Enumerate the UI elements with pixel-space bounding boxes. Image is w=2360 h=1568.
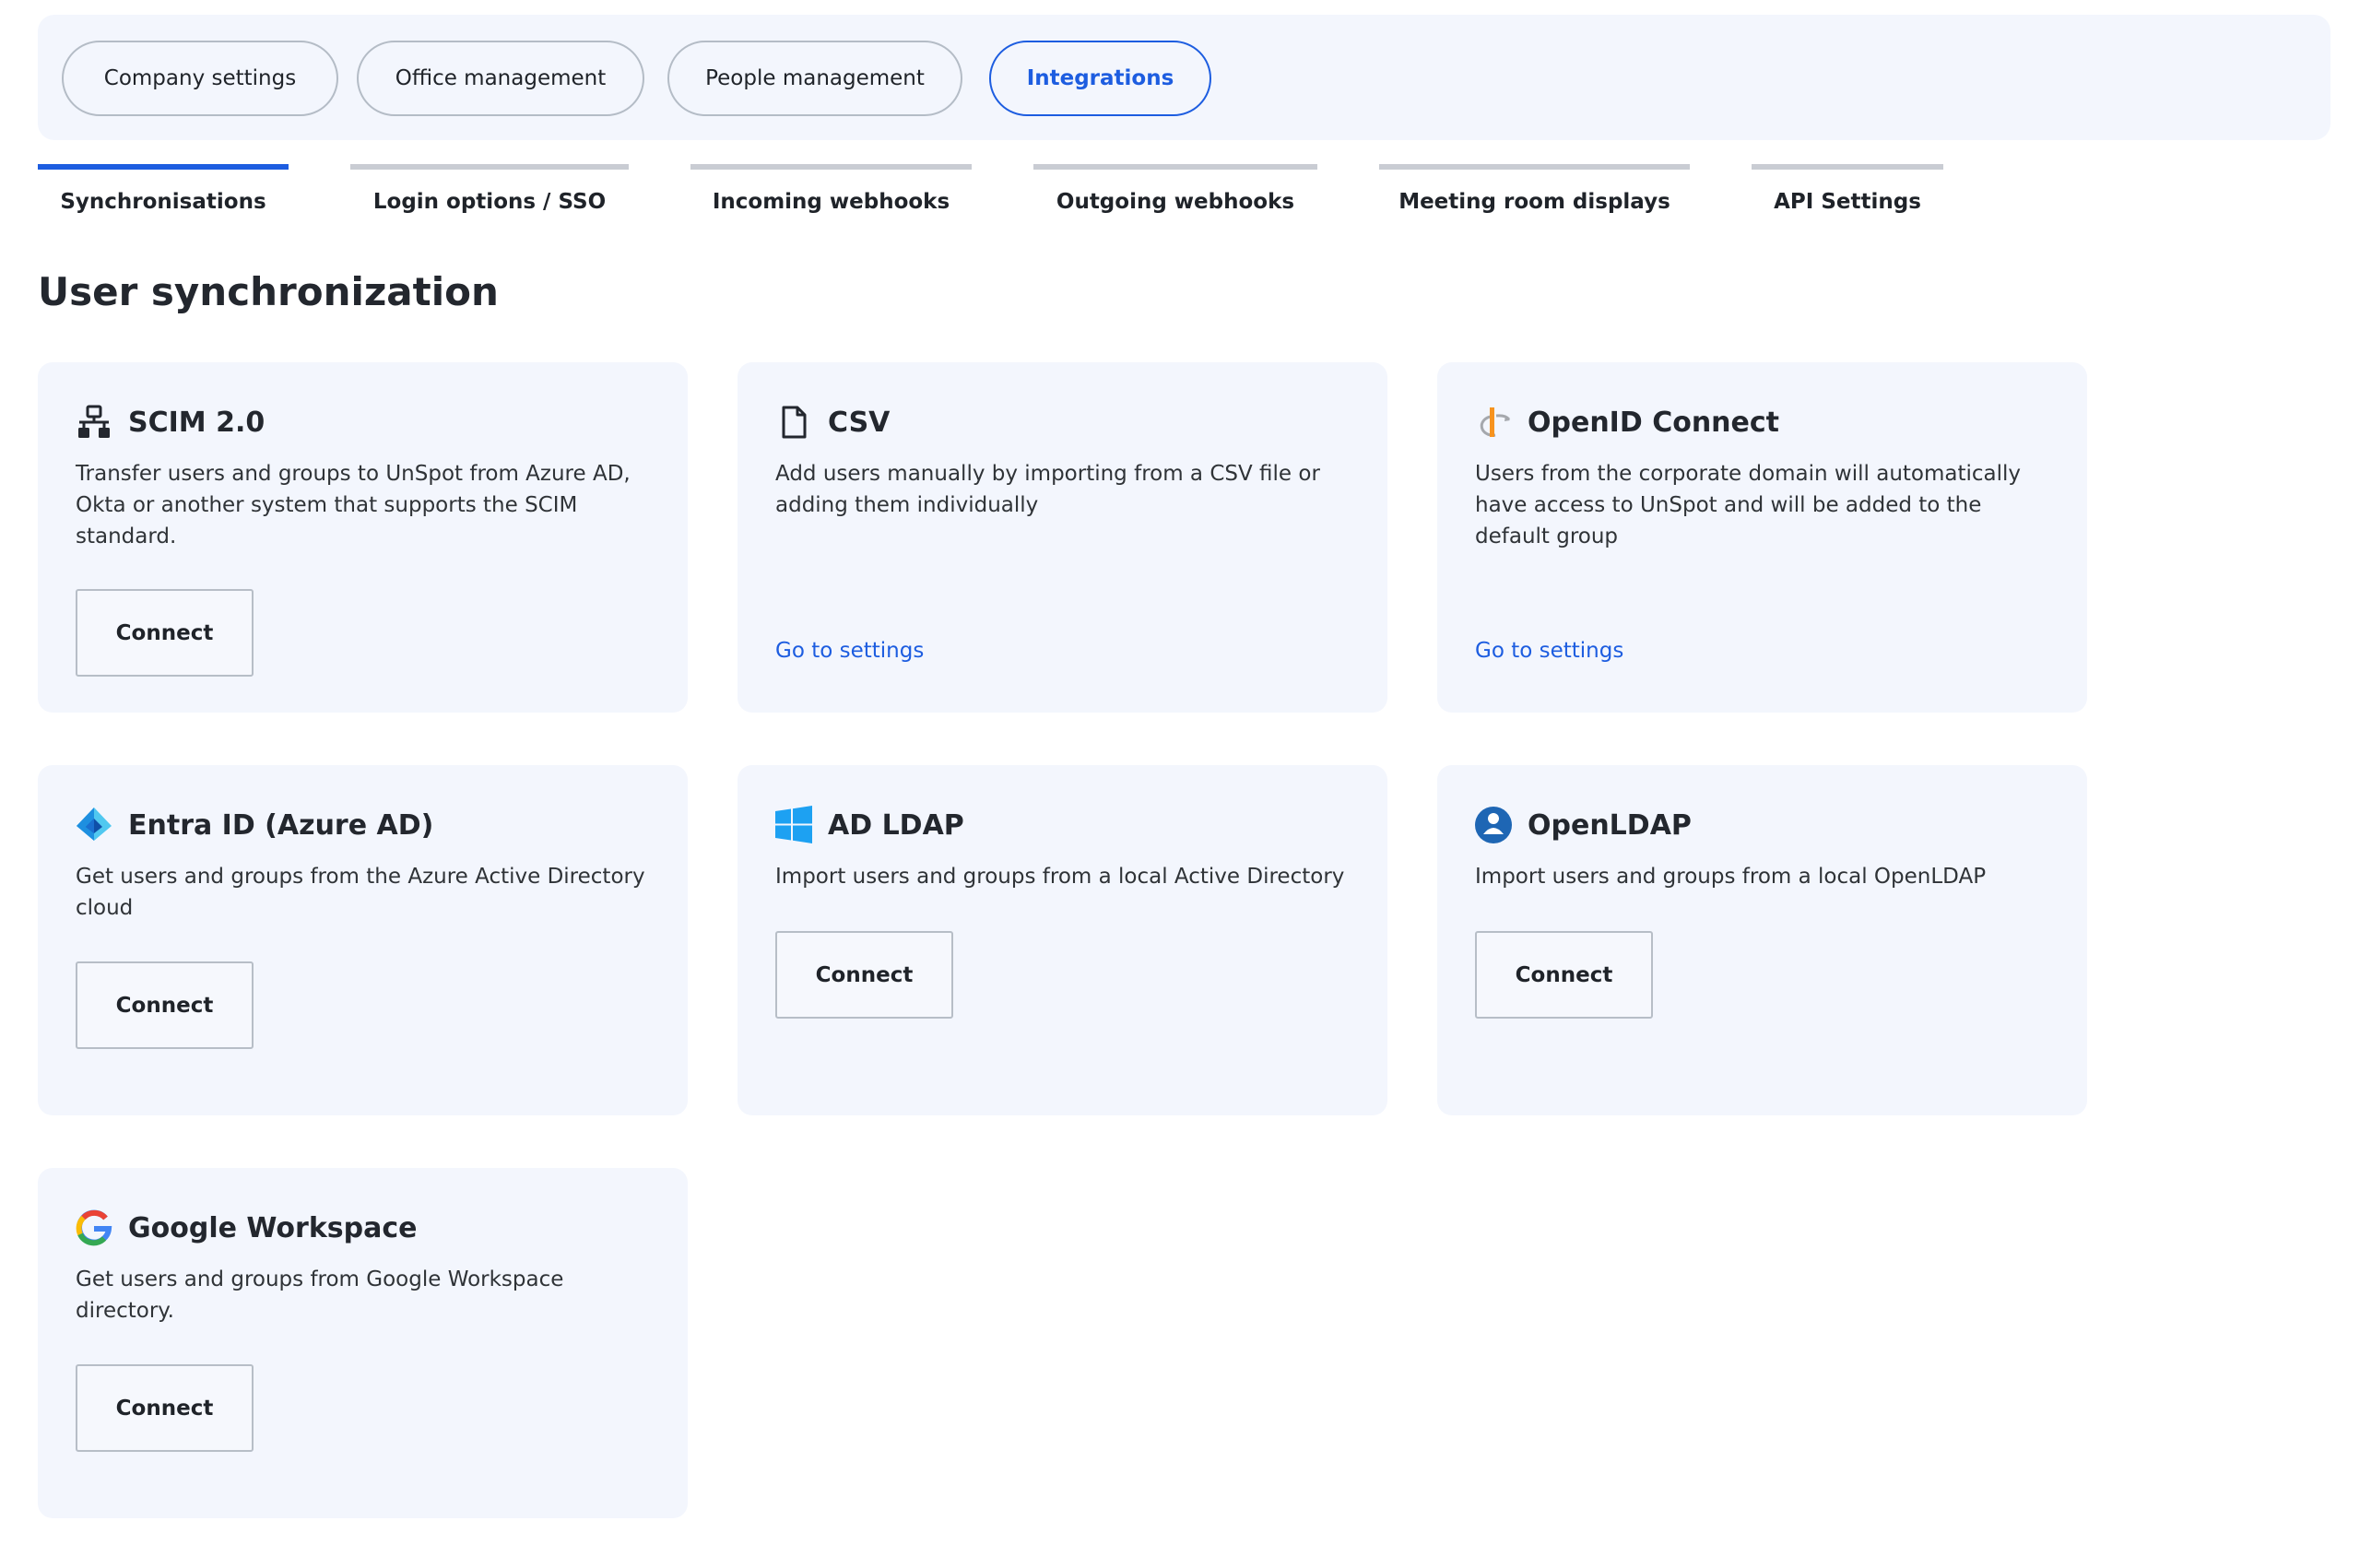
connect-button[interactable]: Connect bbox=[76, 589, 254, 677]
top-navigation: Company settings Office management Peopl… bbox=[38, 15, 2330, 140]
integrations-page: Company settings Office management Peopl… bbox=[0, 0, 2360, 1568]
connect-button[interactable]: Connect bbox=[76, 1364, 254, 1452]
card-title: CSV bbox=[828, 406, 891, 439]
card-description: Users from the corporate domain will aut… bbox=[1475, 462, 2022, 548]
entra-id-icon bbox=[75, 806, 113, 844]
card-description: Import users and groups from a local Act… bbox=[775, 865, 1345, 889]
card-description: Import users and groups from a local Ope… bbox=[1475, 865, 1987, 889]
card-title: OpenID Connect bbox=[1528, 406, 1780, 439]
card-scim: SCIM 2.0 Transfer users and groups to Un… bbox=[38, 362, 688, 713]
connect-button[interactable]: Connect bbox=[76, 961, 254, 1049]
subtab-login-options-sso[interactable]: Login options / SSO bbox=[350, 164, 629, 229]
subtab-api-settings[interactable]: API Settings bbox=[1752, 164, 1943, 229]
connect-button[interactable]: Connect bbox=[1475, 931, 1653, 1019]
tab-people-management[interactable]: People management bbox=[667, 41, 962, 116]
card-csv: CSV Add users manually by importing from… bbox=[738, 362, 1387, 713]
network-icon bbox=[75, 403, 113, 442]
openid-icon bbox=[1474, 403, 1513, 442]
file-icon bbox=[774, 403, 813, 442]
card-openldap: LDAP OpenLDAP Import users and groups fr… bbox=[1437, 765, 2087, 1115]
card-title: Google Workspace bbox=[128, 1211, 418, 1244]
tab-integrations[interactable]: Integrations bbox=[989, 41, 1211, 116]
go-to-settings-link[interactable]: Go to settings bbox=[1475, 639, 1623, 663]
tab-company-settings[interactable]: Company settings bbox=[62, 41, 338, 116]
card-description: Add users manually by importing from a C… bbox=[775, 462, 1320, 517]
subtab-meeting-room-displays[interactable]: Meeting room displays bbox=[1379, 164, 1690, 229]
card-entra-id: Entra ID (Azure AD) Get users and groups… bbox=[38, 765, 688, 1115]
openldap-icon: LDAP bbox=[1474, 806, 1513, 844]
card-title: Entra ID (Azure AD) bbox=[128, 808, 434, 842]
subtab-synchronisations[interactable]: Synchronisations bbox=[38, 164, 289, 229]
card-description: Get users and groups from the Azure Acti… bbox=[76, 865, 645, 920]
card-google-workspace: Google Workspace Get users and groups fr… bbox=[38, 1168, 688, 1518]
card-openid-connect: OpenID Connect Users from the corporate … bbox=[1437, 362, 2087, 713]
go-to-settings-link[interactable]: Go to settings bbox=[775, 639, 924, 663]
google-icon bbox=[75, 1208, 113, 1247]
tab-office-management[interactable]: Office management bbox=[357, 41, 644, 116]
windows-icon bbox=[774, 806, 813, 844]
subtab-incoming-webhooks[interactable]: Incoming webhooks bbox=[690, 164, 972, 229]
svg-text:LDAP: LDAP bbox=[1485, 834, 1502, 841]
card-title: AD LDAP bbox=[828, 808, 964, 842]
section-title: User synchronization bbox=[38, 269, 499, 314]
card-title: OpenLDAP bbox=[1528, 808, 1692, 842]
card-title: SCIM 2.0 bbox=[128, 406, 266, 439]
subtab-outgoing-webhooks[interactable]: Outgoing webhooks bbox=[1033, 164, 1317, 229]
card-description: Get users and groups from Google Workspa… bbox=[76, 1267, 564, 1323]
connect-button[interactable]: Connect bbox=[775, 931, 953, 1019]
card-description: Transfer users and groups to UnSpot from… bbox=[76, 462, 631, 548]
card-ad-ldap: AD LDAP Import users and groups from a l… bbox=[738, 765, 1387, 1115]
